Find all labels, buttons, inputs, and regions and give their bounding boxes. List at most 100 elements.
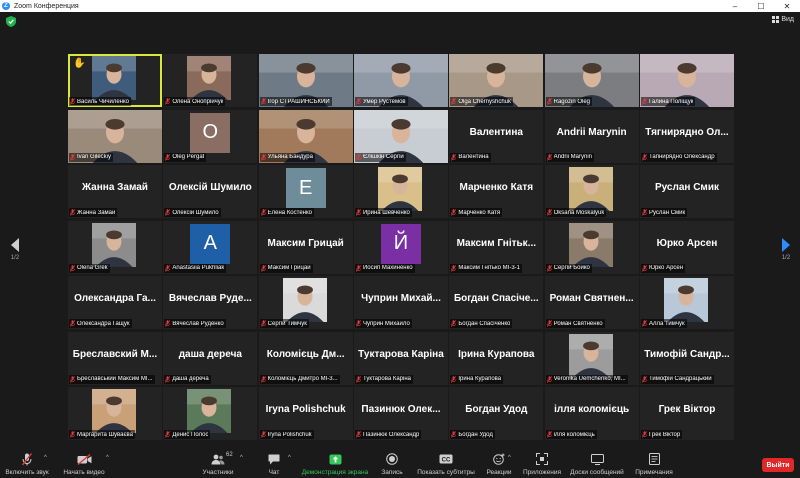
participant-tile[interactable]: O Oleg Pergat: [163, 109, 258, 163]
participant-tile[interactable]: Чуприн Михай... Чуприн Михайло: [353, 276, 448, 329]
camera-off-icon: [77, 453, 91, 465]
participant-tile[interactable]: Роман Святнен... Роман Святненко: [544, 276, 639, 329]
security-shield-icon[interactable]: [6, 16, 16, 27]
apps-button[interactable]: Приложения: [522, 452, 562, 476]
participant-tile[interactable]: ✋ Василь Чичиленко: [68, 54, 162, 107]
participant-tile[interactable]: даша дереча даша дереча: [163, 331, 258, 385]
notes-icon: [648, 453, 660, 465]
participant-tile[interactable]: Олена Онопрійчук: [163, 54, 258, 107]
participants-button[interactable]: 62 Участники: [200, 452, 236, 476]
participant-tile[interactable]: Ирина Шевченко: [353, 165, 448, 218]
participant-tile[interactable]: Богдан Спасіче... Богдан Спасіченко: [449, 276, 544, 329]
participant-tile[interactable]: Єлішкін Сергій: [353, 109, 448, 163]
participant-tile[interactable]: Максим Гнітьк... Максим Гнітько МІ-3-1: [449, 220, 544, 274]
participant-name: Сергій Бойко: [553, 265, 590, 271]
participant-tile[interactable]: Iryna Polishchuk Iryna Polishchuk: [258, 387, 353, 440]
participant-tile[interactable]: Тимофій Сандр... Тимофій Сандрацький: [639, 331, 734, 385]
participant-tile[interactable]: Ірина Курапова Ірина Курапова: [449, 331, 544, 385]
participant-name: Тапнирядно Олександр: [648, 154, 715, 160]
participant-tile[interactable]: Туктарова Каріна Туктарова Каріна: [353, 331, 448, 385]
participant-tile[interactable]: Ігор СТРАШИНСЬКИЙ: [258, 54, 353, 107]
participant-tile[interactable]: ілля коломієць ілля коломієць: [544, 387, 639, 440]
participant-name-label: Ирина Шевченко: [354, 208, 412, 217]
leave-meeting-button[interactable]: Выйти: [762, 458, 794, 472]
participant-tile[interactable]: A Anastasiia Pukhliak: [163, 220, 258, 274]
previous-page-button[interactable]: 1/2: [8, 238, 22, 261]
apps-icon: [536, 453, 548, 465]
participant-tile[interactable]: Максим Грицай Максим Грицай: [258, 220, 353, 274]
reactions-options-caret-icon[interactable]: ^: [508, 455, 511, 461]
participant-tile[interactable]: Галина Поліщук: [639, 54, 734, 107]
participant-tile[interactable]: Алла Тимчук: [639, 276, 734, 329]
participant-name: Коломієць Дмитро МІ-3...: [267, 376, 338, 382]
participant-tile[interactable]: Olena Grek: [68, 220, 162, 274]
participant-tile[interactable]: Тягнирядно Ол... Тапнирядно Олександр: [639, 109, 734, 163]
minimize-button[interactable]: –: [722, 0, 748, 12]
participant-tile[interactable]: Oksana Moskalyuk: [544, 165, 639, 218]
record-button[interactable]: Запись: [378, 452, 406, 476]
muted-mic-icon: [165, 98, 171, 105]
participant-tile[interactable]: Сергій Тимчук: [258, 276, 353, 329]
participant-tile[interactable]: Денис Полос: [163, 387, 258, 440]
page-indicator: 1/2: [781, 255, 791, 261]
participant-tile[interactable]: Грек Віктор Грек Віктор: [639, 387, 734, 440]
participant-display-name: Олексій Шумило: [168, 182, 252, 193]
participant-tile[interactable]: Жанна Замай Жанна Замай: [68, 165, 162, 218]
participant-name: Veronika Uemchenko, MI...: [553, 376, 626, 382]
participant-tile[interactable]: E Елена Костенко: [258, 165, 353, 218]
participant-tile[interactable]: Олексій Шумило Олексій Шумило: [163, 165, 258, 218]
participant-tile[interactable]: Andrii Marynin Andrii Marynin: [544, 109, 639, 163]
participant-tile[interactable]: Маргарита Шуваєва: [68, 387, 162, 440]
participant-tile[interactable]: Veronika Uemchenko, MI...: [544, 331, 639, 385]
participant-tile[interactable]: Валентина Валентина: [449, 109, 544, 163]
participant-name: Сергій Тимчук: [267, 320, 307, 327]
meeting-controls-toolbar: Включить звук ^ Начать видео ^ 62 Участн…: [0, 450, 800, 478]
participants-options-caret-icon[interactable]: ^: [240, 455, 243, 461]
share-screen-button[interactable]: Демонстрация экрана: [300, 452, 370, 476]
captions-button[interactable]: CC Показать субтитры: [416, 452, 476, 476]
participant-name-label: даша дереча: [164, 374, 211, 384]
participant-tile[interactable]: Богдан Удод Богдан Удод: [449, 387, 544, 440]
participant-tile[interactable]: Пазинюк Олек... Пазинюк Олександр: [353, 387, 448, 440]
page-indicator: 1/2: [10, 255, 20, 261]
participant-name: Бреславський Максим МІ...: [77, 376, 153, 382]
participant-tile[interactable]: Сергій Бойко: [544, 220, 639, 274]
whiteboard-button[interactable]: Доски сообщений: [568, 452, 626, 476]
participant-tile[interactable]: Вячеслав Руде... Вячеслав Руденко: [163, 276, 258, 329]
participant-name: Ragozin Oleg: [553, 98, 590, 105]
participant-display-name: Тягнирядно Ол...: [645, 126, 729, 138]
participant-name: Жанна Замай: [77, 209, 116, 216]
close-button[interactable]: ✕: [774, 0, 800, 12]
participant-name: Руслан Смик: [648, 209, 686, 216]
view-button[interactable]: Вид: [772, 16, 794, 23]
notes-button[interactable]: Примечания: [632, 452, 676, 476]
participant-name: Ульяна Бандура: [267, 154, 313, 160]
participant-tile[interactable]: Ragozin Oleg: [544, 54, 639, 107]
participant-tile[interactable]: Бреславский М... Бреславський Максим МІ..…: [68, 331, 162, 385]
participant-tile[interactable]: Ульяна Бандура: [258, 109, 353, 163]
start-video-button[interactable]: Начать видео: [60, 452, 108, 476]
participant-tile[interactable]: Марченко Катя Марченко Катя: [449, 165, 544, 218]
chat-options-caret-icon[interactable]: ^: [288, 455, 291, 461]
participant-tile[interactable]: Ivan Gileckiy: [68, 109, 162, 163]
raised-hand-icon: ✋: [73, 58, 86, 69]
participant-tile[interactable]: Olga Chernyshchuk: [449, 54, 544, 107]
participant-tile[interactable]: Руслан Смик Руслан Смик: [639, 165, 734, 218]
participant-tile[interactable]: Олександра Га... Олександра Гащук: [68, 276, 162, 329]
participant-name: Юрко Арсен: [648, 265, 684, 271]
audio-options-caret-icon[interactable]: ^: [44, 455, 47, 461]
muted-mic-icon: [546, 209, 552, 216]
participant-name-label: Ульяна Бандура: [259, 152, 315, 162]
participant-name-label: Жанна Замай: [69, 208, 118, 217]
next-page-button[interactable]: 1/2: [779, 238, 793, 261]
participant-name: Ирина Шевченко: [362, 209, 410, 216]
participant-tile[interactable]: Коломієць Дм... Коломієць Дмитро МІ-3...: [258, 331, 353, 385]
participant-tile[interactable]: Юрко Арсен Юрко Арсен: [639, 220, 734, 274]
chat-button[interactable]: Чат: [262, 452, 286, 476]
video-options-caret-icon[interactable]: ^: [106, 455, 109, 461]
participant-display-name: Богдан Спасіче...: [453, 293, 539, 304]
participant-tile[interactable]: Умер Рустемов: [353, 54, 448, 107]
maximize-button[interactable]: ☐: [748, 0, 774, 12]
participant-tile[interactable]: Й Йосип Махиненко: [353, 220, 448, 274]
participant-name: Ivan Gileckiy: [77, 154, 112, 160]
